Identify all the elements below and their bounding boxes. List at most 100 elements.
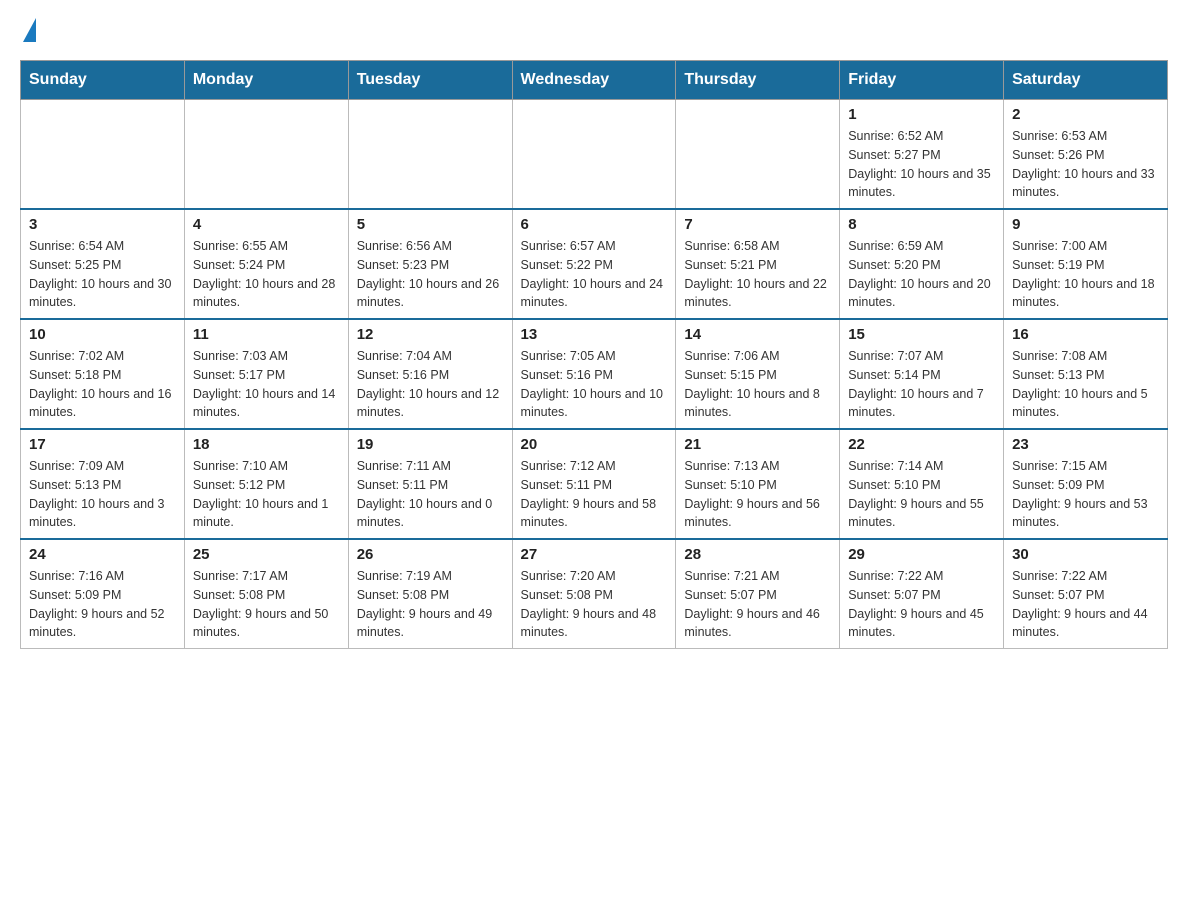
page-header (20, 20, 1168, 44)
day-number: 20 (521, 436, 668, 453)
day-info: Sunrise: 7:21 AMSunset: 5:07 PMDaylight:… (684, 567, 831, 642)
calendar-day-cell: 19 Sunrise: 7:11 AMSunset: 5:11 PMDayligh… (348, 429, 512, 539)
calendar-day-cell: 29 Sunrise: 7:22 AMSunset: 5:07 PMDayligh… (840, 539, 1004, 649)
calendar-day-cell: 21Sunrise: 7:13 AMSunset: 5:10 PMDayligh… (676, 429, 840, 539)
calendar-day-cell: 26 Sunrise: 7:19 AMSunset: 5:08 PMDayligh… (348, 539, 512, 649)
calendar-day-cell: 22 Sunrise: 7:14 AMSunset: 5:10 PMDayligh… (840, 429, 1004, 539)
day-number: 4 (193, 216, 340, 233)
calendar-day-cell: 12 Sunrise: 7:04 AMSunset: 5:16 PMDayligh… (348, 319, 512, 429)
calendar-day-cell: 28Sunrise: 7:21 AMSunset: 5:07 PMDayligh… (676, 539, 840, 649)
day-info: Sunrise: 7:10 AMSunset: 5:12 PMDaylight:… (193, 457, 340, 532)
calendar-day-cell (21, 100, 185, 210)
day-number: 24 (29, 546, 176, 563)
day-info: Sunrise: 7:20 AMSunset: 5:08 PMDaylight:… (521, 567, 668, 642)
day-info: Sunrise: 7:22 AMSunset: 5:07 PMDaylight:… (848, 567, 995, 642)
day-info: Sunrise: 7:02 AMSunset: 5:18 PMDaylight:… (29, 347, 176, 422)
day-info: Sunrise: 7:12 AMSunset: 5:11 PMDaylight:… (521, 457, 668, 532)
day-number: 21 (684, 436, 831, 453)
day-info: Sunrise: 6:54 AMSunset: 5:25 PMDaylight:… (29, 237, 176, 312)
calendar-day-cell: 7 Sunrise: 6:58 AMSunset: 5:21 PMDaylight… (676, 209, 840, 319)
day-info: Sunrise: 7:09 AMSunset: 5:13 PMDaylight:… (29, 457, 176, 532)
calendar-day-cell: 1 Sunrise: 6:52 AMSunset: 5:27 PMDaylight… (840, 100, 1004, 210)
day-number: 30 (1012, 546, 1159, 563)
calendar-day-cell: 16 Sunrise: 7:08 AMSunset: 5:13 PMDayligh… (1004, 319, 1168, 429)
day-header-thursday: Thursday (676, 61, 840, 100)
calendar-day-cell: 24Sunrise: 7:16 AMSunset: 5:09 PMDayligh… (21, 539, 185, 649)
calendar-day-cell (184, 100, 348, 210)
day-info: Sunrise: 7:08 AMSunset: 5:13 PMDaylight:… (1012, 347, 1159, 422)
day-number: 26 (357, 546, 504, 563)
calendar-day-cell: 20 Sunrise: 7:12 AMSunset: 5:11 PMDayligh… (512, 429, 676, 539)
day-info: Sunrise: 7:11 AMSunset: 5:11 PMDaylight:… (357, 457, 504, 532)
calendar-day-cell: 10 Sunrise: 7:02 AMSunset: 5:18 PMDayligh… (21, 319, 185, 429)
day-number: 11 (193, 326, 340, 343)
day-number: 9 (1012, 216, 1159, 233)
day-number: 29 (848, 546, 995, 563)
day-header-tuesday: Tuesday (348, 61, 512, 100)
calendar-day-cell (348, 100, 512, 210)
day-number: 13 (521, 326, 668, 343)
calendar-day-cell (676, 100, 840, 210)
day-number: 18 (193, 436, 340, 453)
day-header-friday: Friday (840, 61, 1004, 100)
day-number: 12 (357, 326, 504, 343)
day-header-monday: Monday (184, 61, 348, 100)
calendar-day-cell: 8 Sunrise: 6:59 AMSunset: 5:20 PMDaylight… (840, 209, 1004, 319)
calendar-week-row: 17 Sunrise: 7:09 AMSunset: 5:13 PMDayligh… (21, 429, 1168, 539)
day-number: 17 (29, 436, 176, 453)
day-info: Sunrise: 6:52 AMSunset: 5:27 PMDaylight:… (848, 127, 995, 202)
calendar-day-cell: 3 Sunrise: 6:54 AMSunset: 5:25 PMDaylight… (21, 209, 185, 319)
day-info: Sunrise: 7:05 AMSunset: 5:16 PMDaylight:… (521, 347, 668, 422)
day-info: Sunrise: 7:07 AMSunset: 5:14 PMDaylight:… (848, 347, 995, 422)
calendar-week-row: 24Sunrise: 7:16 AMSunset: 5:09 PMDayligh… (21, 539, 1168, 649)
day-info: Sunrise: 6:58 AMSunset: 5:21 PMDaylight:… (684, 237, 831, 312)
day-number: 27 (521, 546, 668, 563)
day-number: 6 (521, 216, 668, 233)
day-info: Sunrise: 6:55 AMSunset: 5:24 PMDaylight:… (193, 237, 340, 312)
day-number: 10 (29, 326, 176, 343)
day-info: Sunrise: 6:59 AMSunset: 5:20 PMDaylight:… (848, 237, 995, 312)
day-number: 16 (1012, 326, 1159, 343)
day-info: Sunrise: 7:17 AMSunset: 5:08 PMDaylight:… (193, 567, 340, 642)
day-number: 19 (357, 436, 504, 453)
calendar-day-cell: 2Sunrise: 6:53 AMSunset: 5:26 PMDaylight… (1004, 100, 1168, 210)
calendar-day-cell: 4 Sunrise: 6:55 AMSunset: 5:24 PMDaylight… (184, 209, 348, 319)
day-number: 5 (357, 216, 504, 233)
day-number: 8 (848, 216, 995, 233)
day-number: 3 (29, 216, 176, 233)
day-info: Sunrise: 7:04 AMSunset: 5:16 PMDaylight:… (357, 347, 504, 422)
day-number: 23 (1012, 436, 1159, 453)
day-info: Sunrise: 6:57 AMSunset: 5:22 PMDaylight:… (521, 237, 668, 312)
calendar-day-cell: 23 Sunrise: 7:15 AMSunset: 5:09 PMDayligh… (1004, 429, 1168, 539)
day-info: Sunrise: 7:06 AMSunset: 5:15 PMDaylight:… (684, 347, 831, 422)
logo-triangle-icon (23, 18, 36, 42)
calendar-day-cell: 17 Sunrise: 7:09 AMSunset: 5:13 PMDayligh… (21, 429, 185, 539)
day-info: Sunrise: 7:03 AMSunset: 5:17 PMDaylight:… (193, 347, 340, 422)
day-info: Sunrise: 7:15 AMSunset: 5:09 PMDaylight:… (1012, 457, 1159, 532)
calendar-day-cell: 25 Sunrise: 7:17 AMSunset: 5:08 PMDayligh… (184, 539, 348, 649)
day-number: 14 (684, 326, 831, 343)
day-info: Sunrise: 7:00 AMSunset: 5:19 PMDaylight:… (1012, 237, 1159, 312)
calendar-day-cell: 30Sunrise: 7:22 AMSunset: 5:07 PMDayligh… (1004, 539, 1168, 649)
day-number: 7 (684, 216, 831, 233)
logo (20, 20, 36, 44)
day-number: 25 (193, 546, 340, 563)
calendar-day-cell: 18 Sunrise: 7:10 AMSunset: 5:12 PMDayligh… (184, 429, 348, 539)
calendar-header-row: SundayMondayTuesdayWednesdayThursdayFrid… (21, 61, 1168, 100)
day-info: Sunrise: 7:19 AMSunset: 5:08 PMDaylight:… (357, 567, 504, 642)
calendar-day-cell: 13 Sunrise: 7:05 AMSunset: 5:16 PMDayligh… (512, 319, 676, 429)
calendar-table: SundayMondayTuesdayWednesdayThursdayFrid… (20, 60, 1168, 649)
calendar-day-cell: 27 Sunrise: 7:20 AMSunset: 5:08 PMDayligh… (512, 539, 676, 649)
calendar-day-cell: 9 Sunrise: 7:00 AMSunset: 5:19 PMDaylight… (1004, 209, 1168, 319)
day-header-sunday: Sunday (21, 61, 185, 100)
day-number: 15 (848, 326, 995, 343)
calendar-week-row: 10 Sunrise: 7:02 AMSunset: 5:18 PMDayligh… (21, 319, 1168, 429)
day-info: Sunrise: 6:53 AMSunset: 5:26 PMDaylight:… (1012, 127, 1159, 202)
day-number: 22 (848, 436, 995, 453)
calendar-week-row: 1 Sunrise: 6:52 AMSunset: 5:27 PMDaylight… (21, 100, 1168, 210)
day-info: Sunrise: 7:14 AMSunset: 5:10 PMDaylight:… (848, 457, 995, 532)
day-header-wednesday: Wednesday (512, 61, 676, 100)
calendar-day-cell: 15 Sunrise: 7:07 AMSunset: 5:14 PMDayligh… (840, 319, 1004, 429)
day-number: 1 (848, 106, 995, 123)
calendar-day-cell (512, 100, 676, 210)
